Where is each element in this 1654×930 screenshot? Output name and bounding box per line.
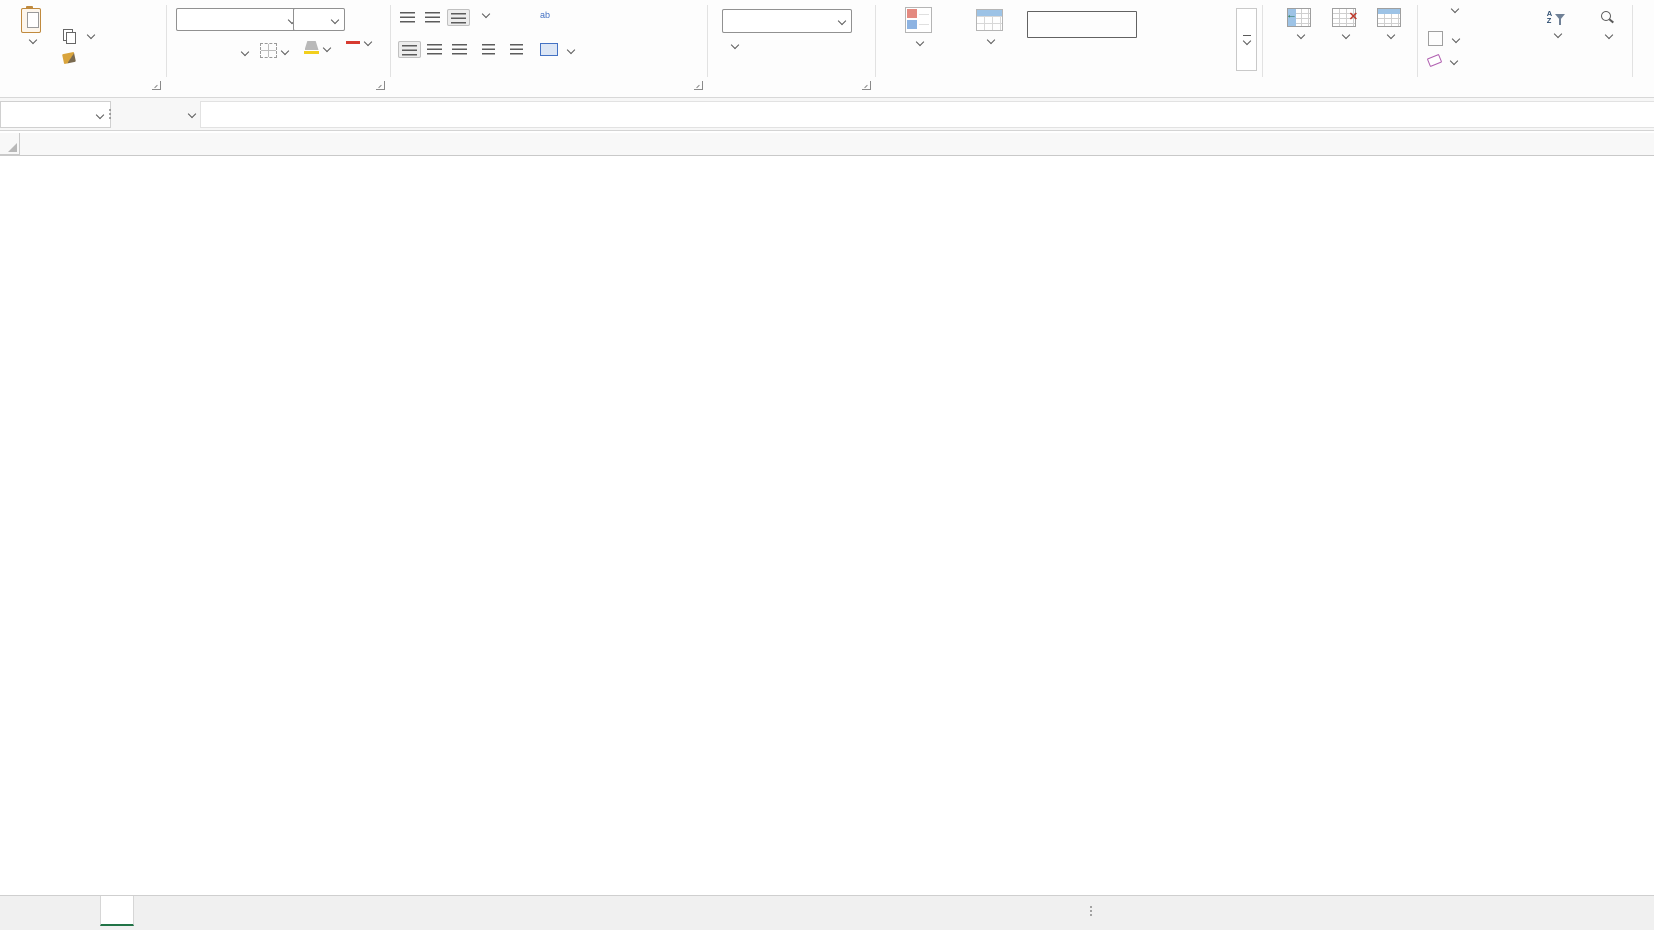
ribbon: ab [0,0,1654,98]
confirm-entry-button[interactable] [140,101,160,126]
copy-button[interactable] [63,29,94,42]
decrease-indent-icon [482,44,495,55]
insert-cells-icon [1287,8,1311,27]
namebox-splitter[interactable] [100,101,120,126]
align-middle-icon [425,12,440,23]
borders-icon [260,43,277,58]
cancel-entry-button[interactable] [118,101,138,126]
cell-style-neutral[interactable] [1132,39,1240,64]
font-dialog-launcher[interactable] [376,81,385,90]
delete-cells-icon [1332,8,1356,27]
sheet-tab-bar [0,895,1654,930]
format-as-table-button[interactable] [958,7,1020,46]
find-select-button[interactable] [1584,8,1630,41]
magnifier-icon [1600,11,1614,25]
align-right-icon [452,44,467,55]
name-box[interactable] [0,101,111,128]
chevron-down-icon [28,36,36,44]
copy-icon [63,29,75,42]
chevron-down-icon [188,109,196,117]
cell-style-bad[interactable] [1132,11,1240,36]
grip-dots-icon [1090,906,1092,916]
grip-dots-icon [109,109,111,119]
format-cells-icon [1377,8,1401,27]
fill-color-icon [304,41,319,54]
formula-bar-expand[interactable] [182,101,202,126]
sort-filter-icon: AZ [1547,10,1565,24]
font-color-button[interactable] [346,39,371,45]
paste-button[interactable] [8,6,54,80]
fill-down-icon [1428,31,1443,46]
number-dialog-launcher[interactable] [862,81,871,90]
formula-input[interactable] [200,101,1654,128]
align-center-button[interactable] [427,44,442,55]
fill-button[interactable] [1428,31,1459,46]
insert-cells-button[interactable] [1277,8,1321,40]
format-painter-button[interactable] [63,53,80,63]
chevron-down-icon [331,15,339,23]
clipboard-dialog-launcher[interactable] [152,81,161,90]
wrap-text-button[interactable]: ab [540,11,561,19]
next-sheet-button[interactable] [44,900,62,922]
align-bottom-icon [451,13,466,24]
align-center-icon [427,44,442,55]
align-left-button[interactable] [398,41,421,58]
font-name-select[interactable] [176,8,302,31]
insert-function-button[interactable] [162,101,182,126]
wrap-text-icon: ab [540,11,556,19]
align-left-icon [402,45,417,56]
increase-indent-icon [510,44,523,55]
merge-center-icon [540,43,558,56]
excel-window: ab [0,0,1654,930]
conditional-formatting-icon [905,7,932,33]
orientation-button[interactable] [478,11,489,17]
sort-filter-button[interactable]: AZ [1532,8,1580,40]
scrollbar-splitter[interactable] [1082,900,1100,922]
decrease-indent-button[interactable] [482,44,495,55]
font-size-select[interactable] [293,8,345,31]
chevron-down-icon [87,30,95,38]
column-header-strip [0,133,1654,156]
cell-style-normal[interactable] [1027,11,1137,38]
styles-gallery-more-button[interactable] [1236,8,1257,71]
fill-color-button[interactable] [304,41,330,54]
autosum-button[interactable] [1428,6,1458,12]
align-top-icon [400,12,415,23]
format-painter-icon [62,52,76,64]
underline-chevron-icon[interactable] [241,48,249,56]
format-cells-button[interactable] [1366,8,1412,40]
select-all-button[interactable] [0,133,20,155]
align-top-button[interactable] [400,12,415,23]
font-color-icon [346,41,360,44]
conditional-formatting-button[interactable] [880,7,956,48]
delete-cells-button[interactable] [1322,8,1366,40]
number-format-select[interactable] [722,9,852,33]
cell-style-good[interactable] [1027,39,1135,64]
align-right-button[interactable] [452,44,467,55]
merge-center-button[interactable] [540,43,574,56]
formula-bar [0,98,1654,131]
add-sheet-button[interactable] [268,898,292,922]
clear-button[interactable] [1428,56,1457,65]
prev-sheet-button[interactable] [14,900,32,922]
clipboard-icon [21,8,41,33]
align-middle-button[interactable] [425,12,440,23]
format-as-table-icon [976,9,1003,31]
chevron-down-icon [1242,37,1250,45]
alignment-dialog-launcher[interactable] [694,81,703,90]
eraser-icon [1427,54,1442,67]
accounting-format-button[interactable] [727,42,738,48]
borders-button[interactable] [260,43,288,58]
tab-zusammenfassung[interactable] [100,896,134,926]
increase-indent-button[interactable] [510,44,523,55]
align-bottom-button[interactable] [447,9,470,26]
